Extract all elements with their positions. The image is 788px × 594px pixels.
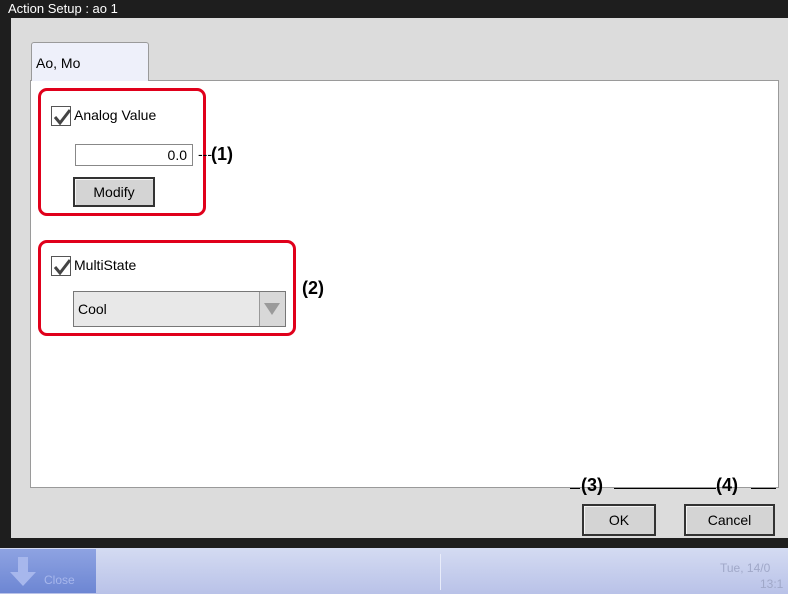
check-icon: [53, 109, 72, 126]
taskbar: Close: [0, 548, 788, 594]
analog-value-label: Analog Value: [74, 107, 157, 123]
window-title: Action Setup : ao 1: [8, 1, 118, 16]
callout-line-4-right: [751, 488, 776, 489]
down-arrow-icon: [10, 557, 36, 586]
callout-number-2: (2): [302, 278, 324, 298]
taskbar-button-label: Close: [44, 573, 75, 587]
check-icon: [53, 259, 72, 276]
multistate-checkbox[interactable]: [51, 256, 72, 276]
taskbar-close-button[interactable]: Close: [0, 549, 96, 593]
multistate-select[interactable]: Cool: [73, 291, 286, 327]
callout-number-3: (3): [581, 475, 603, 495]
callout-line-3-left: [570, 488, 580, 489]
tab-ao-mo[interactable]: Ao, Mo: [31, 42, 149, 81]
multistate-label: MultiState: [74, 257, 137, 273]
action-setup-dialog: Action Setup : ao 1 Ao, Mo (1) Analog Va…: [0, 0, 788, 548]
analog-value-checkbox[interactable]: [51, 106, 72, 126]
dropdown-arrow-icon: [264, 303, 280, 315]
tab-label: Ao, Mo: [36, 55, 81, 71]
callout-number-4: (4): [716, 475, 738, 495]
dropdown-button[interactable]: [259, 292, 285, 326]
analog-value-input[interactable]: [75, 144, 193, 166]
taskbar-separator: [440, 554, 441, 590]
modify-button[interactable]: Modify: [73, 177, 155, 207]
clock-date: Tue, 14/0: [720, 561, 771, 575]
multistate-selected-value: Cool: [78, 301, 107, 317]
ok-button[interactable]: OK: [582, 504, 656, 536]
clock-time: 13:1: [760, 577, 784, 591]
cancel-button[interactable]: Cancel: [684, 504, 775, 536]
callout-number-1: (1): [211, 144, 233, 164]
callout-line-3-4: [614, 488, 716, 489]
analog-value-unit: ---: [198, 146, 212, 162]
